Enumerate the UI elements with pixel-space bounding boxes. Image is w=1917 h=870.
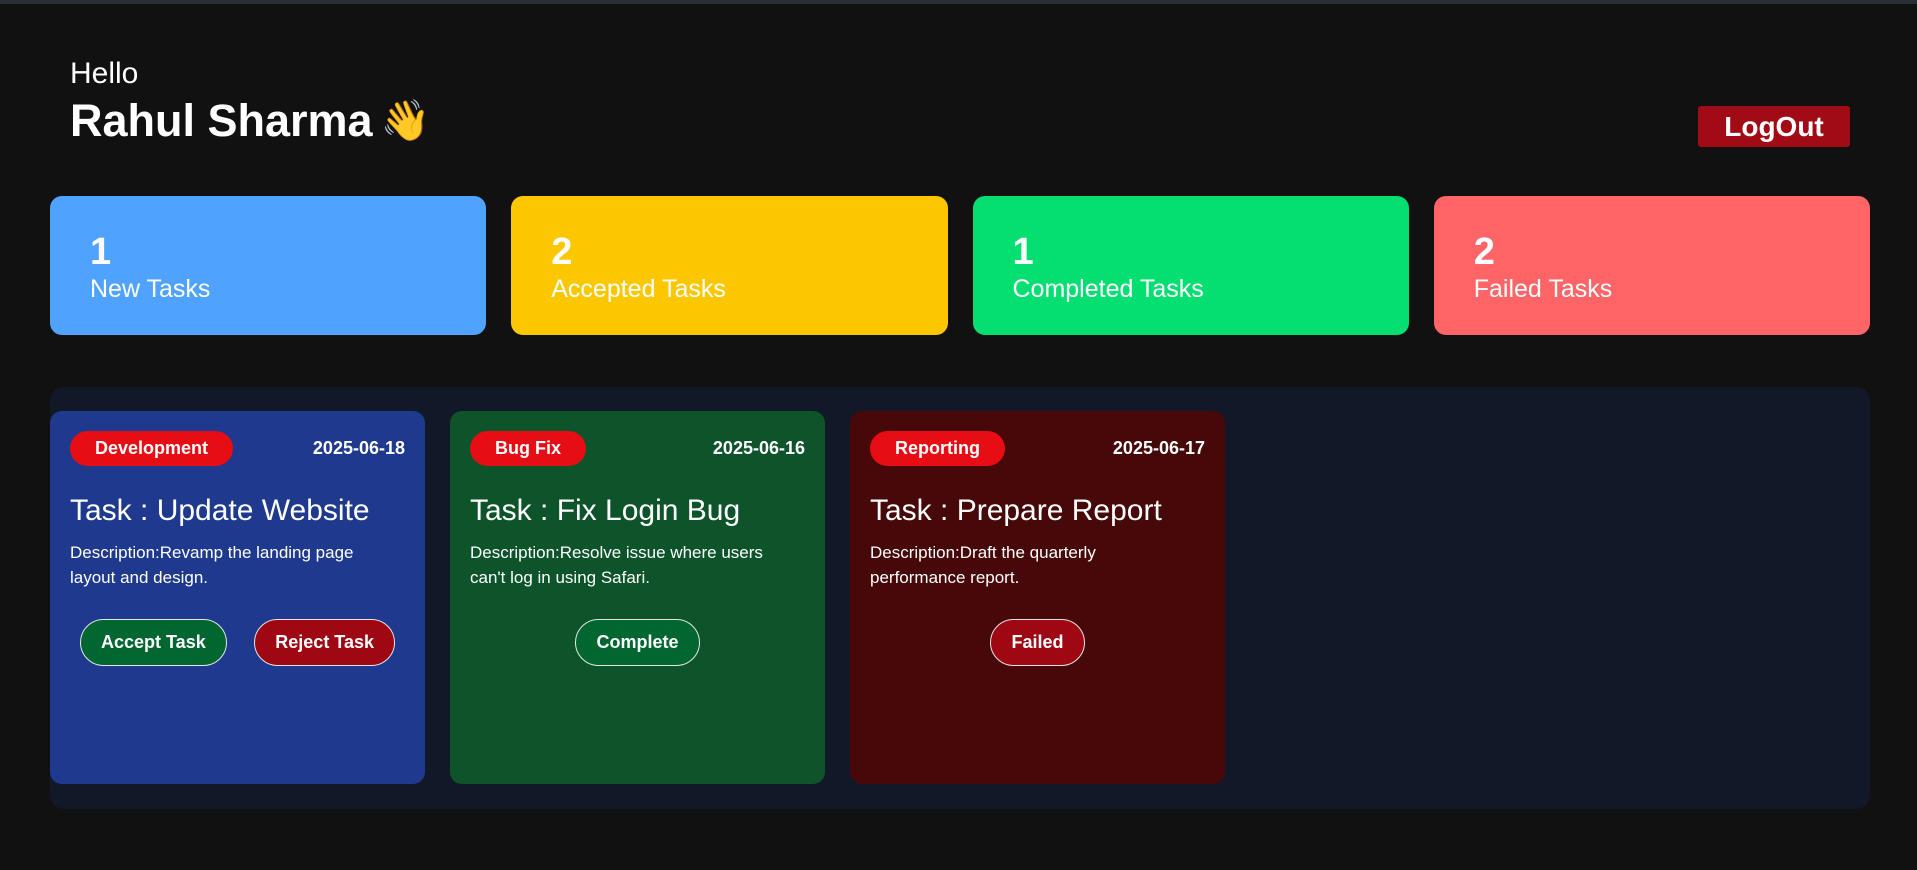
task-title: Task : Fix Login Bug bbox=[470, 494, 741, 527]
stat-label: New Tasks bbox=[90, 275, 211, 303]
failed-task-button[interactable]: Failed bbox=[990, 619, 1085, 666]
stat-label: Completed Tasks bbox=[1012, 275, 1204, 303]
logout-button[interactable]: LogOut bbox=[1698, 106, 1850, 147]
waving-hand-icon: 👋 bbox=[380, 99, 431, 143]
stat-card-new: 1 New Tasks bbox=[50, 196, 487, 335]
task-card-header: Bug Fix 2025-06-16 bbox=[470, 431, 805, 466]
stat-card-completed: 1 Completed Tasks bbox=[972, 196, 1409, 335]
stat-label: Accepted Tasks bbox=[551, 275, 726, 303]
accept-task-button[interactable]: Accept Task bbox=[80, 619, 227, 666]
complete-task-button[interactable]: Complete bbox=[575, 619, 700, 666]
task-stats-row: 1 New Tasks 2 Accepted Tasks 1 Completed… bbox=[50, 196, 1870, 335]
category-badge: Bug Fix bbox=[470, 431, 586, 466]
task-list: Development 2025-06-18 Task : Update Web… bbox=[50, 411, 1225, 784]
task-description: Description:Draft the quarterly performa… bbox=[870, 543, 1096, 587]
task-card-header: Development 2025-06-18 bbox=[70, 431, 405, 466]
task-title: Task : Update Website bbox=[70, 494, 370, 527]
task-list-panel: Development 2025-06-18 Task : Update Web… bbox=[50, 387, 1870, 809]
user-name-row: Rahul Sharma 👋 bbox=[70, 94, 1850, 148]
task-card-header: Reporting 2025-06-17 bbox=[870, 431, 1205, 466]
greeting-text: Hello bbox=[70, 57, 139, 90]
stat-count: 2 bbox=[1473, 231, 1495, 273]
category-badge: Development bbox=[70, 431, 234, 466]
dashboard-header: Hello Rahul Sharma 👋 LogOut bbox=[70, 56, 1850, 156]
user-name: Rahul Sharma bbox=[70, 95, 373, 146]
stat-count: 1 bbox=[90, 231, 112, 273]
task-card-failed: Reporting 2025-06-17 Task : Prepare Repo… bbox=[850, 411, 1225, 784]
category-badge: Reporting bbox=[870, 431, 1005, 466]
task-actions: Complete bbox=[450, 619, 825, 666]
task-date: 2025-06-16 bbox=[712, 438, 805, 458]
stat-card-accepted: 2 Accepted Tasks bbox=[511, 196, 948, 335]
stat-count: 1 bbox=[1012, 231, 1034, 273]
task-actions: Accept Task Reject Task bbox=[50, 619, 425, 666]
task-card-accepted: Bug Fix 2025-06-16 Task : Fix Login Bug … bbox=[450, 411, 825, 784]
window-top-border bbox=[0, 0, 1917, 4]
reject-task-button[interactable]: Reject Task bbox=[254, 619, 395, 666]
stat-label: Failed Tasks bbox=[1473, 275, 1613, 303]
task-actions: Failed bbox=[850, 619, 1225, 666]
task-description: Description:Revamp the landing page layo… bbox=[70, 543, 354, 587]
task-date: 2025-06-18 bbox=[312, 438, 405, 458]
task-title: Task : Prepare Report bbox=[870, 494, 1162, 527]
stat-card-failed: 2 Failed Tasks bbox=[1433, 196, 1870, 335]
task-description: Description:Resolve issue where users ca… bbox=[470, 543, 763, 587]
stat-count: 2 bbox=[551, 231, 573, 273]
task-card-new: Development 2025-06-18 Task : Update Web… bbox=[50, 411, 425, 784]
task-date: 2025-06-17 bbox=[1112, 438, 1205, 458]
